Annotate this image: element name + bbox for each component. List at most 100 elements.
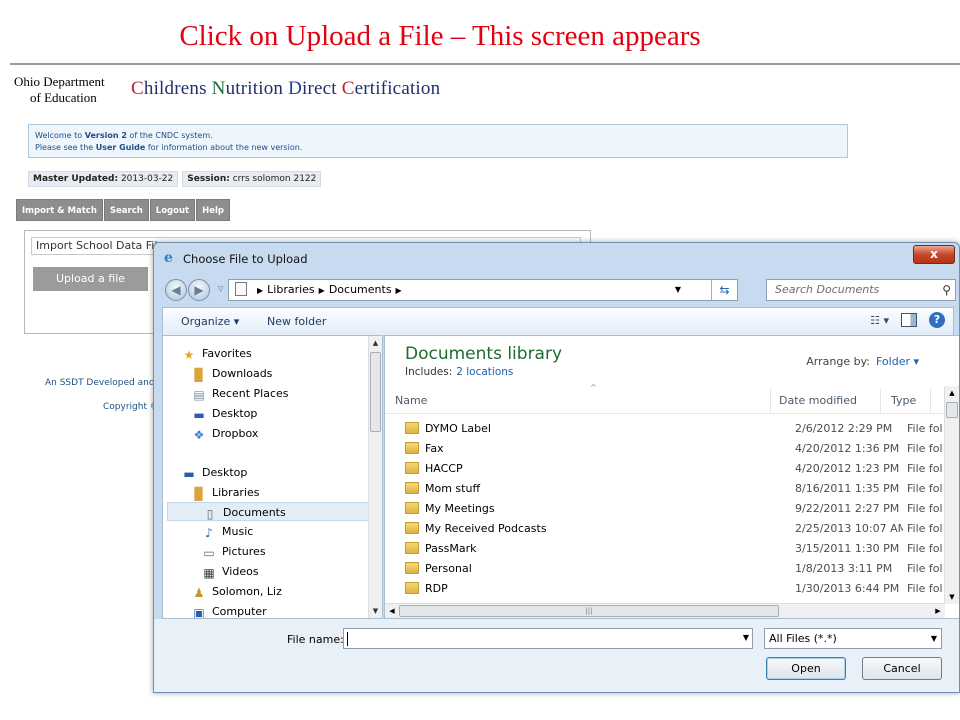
slide-divider [10, 63, 960, 65]
scroll-right-icon[interactable]: ▶ [931, 604, 945, 618]
nav-scrollbar[interactable]: ▲ ▼ [368, 336, 382, 618]
scroll-up-icon[interactable]: ▲ [369, 336, 382, 350]
cancel-button[interactable]: Cancel [862, 657, 942, 680]
pictures-icon: ▭ [203, 546, 215, 560]
folder-icon [405, 462, 419, 474]
address-dropdown-icon[interactable]: ▼ [671, 280, 685, 300]
star-icon: ★ [183, 348, 195, 362]
libraries-icon: ▉ [194, 487, 204, 501]
file-name-dropdown-icon[interactable]: ▼ [743, 633, 749, 642]
search-icon[interactable]: ⚲ [942, 280, 951, 300]
scroll-down-icon[interactable]: ▼ [945, 590, 959, 604]
file-row[interactable]: HACCP 4/20/2012 1:23 PM File fol [385, 459, 945, 479]
folder-icon [405, 542, 419, 554]
refresh-icon[interactable]: ⇆ [711, 280, 737, 300]
file-row[interactable]: DYMO Label 2/6/2012 2:29 PM File fol [385, 419, 945, 439]
scroll-up-icon[interactable]: ▲ [945, 386, 959, 400]
breadcrumb-arrow-icon: ▶ [257, 286, 264, 295]
file-list-vscrollbar[interactable]: ▲ ▼ [944, 386, 959, 604]
dialog-titlebar[interactable]: e Choose File to Upload x [154, 243, 959, 275]
column-type[interactable]: Type [885, 389, 931, 413]
nav-documents[interactable]: ▯ Documents [167, 502, 370, 521]
open-button[interactable]: Open [766, 657, 846, 680]
preview-pane-icon[interactable] [901, 313, 917, 327]
file-name-label: File name: [287, 633, 344, 646]
choose-file-dialog: e Choose File to Upload x ◀ ▶ ▽ ▶ Librari… [153, 242, 960, 693]
document-icon: ▯ [206, 507, 214, 521]
scroll-left-icon[interactable]: ◀ [385, 604, 399, 618]
file-list-pane: Documents library Includes: 2 locations A… [384, 335, 959, 619]
file-row[interactable]: Fax 4/20/2012 1:36 PM File fol [385, 439, 945, 459]
nav-help[interactable]: Help [196, 199, 230, 221]
nav-music[interactable]: ♪ Music [201, 522, 253, 541]
file-type-filter[interactable]: All Files (*.*) ▼ [764, 628, 942, 649]
file-row[interactable]: My Meetings 9/22/2011 2:27 PM File fol [385, 499, 945, 519]
downloads-icon: ▉ [194, 368, 204, 382]
nav-pictures[interactable]: ▭ Pictures [201, 542, 265, 561]
file-row[interactable]: Personal 1/8/2013 3:11 PM File fol [385, 559, 945, 579]
nav-favorites[interactable]: ★ Favorites [181, 344, 252, 363]
organize-menu[interactable]: Organize ▾ [181, 315, 239, 328]
folder-icon [405, 522, 419, 534]
file-list-hscrollbar[interactable]: ◀ ||| ▶ [385, 603, 945, 618]
file-row[interactable]: RDP 1/30/2013 6:44 PM File fol [385, 579, 945, 599]
file-row[interactable]: My Received Podcasts 2/25/2013 10:07 AM Fi… [385, 519, 945, 539]
nav-dropbox[interactable]: ❖ Dropbox [191, 424, 259, 443]
logo-line-1: Ohio Department [14, 74, 105, 89]
column-date-modified[interactable]: Date modified [773, 389, 881, 413]
nav-libraries[interactable]: ▉ Libraries [191, 483, 259, 502]
file-name-input[interactable]: ▼ [343, 628, 753, 649]
library-includes: Includes: 2 locations [405, 366, 514, 378]
back-button[interactable]: ◀ [165, 279, 187, 301]
main-nav: Import & Match Search Logout Help [16, 199, 230, 221]
close-button[interactable]: x [913, 245, 955, 264]
nav-scroll-thumb[interactable] [370, 352, 381, 432]
footer-copyright: Copyright © [103, 402, 159, 412]
computer-icon: ▣ [193, 606, 205, 619]
column-name[interactable]: Name [389, 389, 771, 413]
arrange-by: Arrange by: Folder ▾ [806, 355, 919, 368]
recent-places-icon: ▤ [193, 388, 205, 402]
navigation-pane: ★ Favorites ▉ Downloads ▤ Recent Places ▬ De… [162, 335, 383, 619]
nav-search[interactable]: Search [103, 199, 149, 221]
change-view-icon[interactable]: ☷ ▾ [870, 314, 889, 327]
scroll-down-icon[interactable]: ▼ [369, 604, 382, 618]
nav-desktop-fav[interactable]: ▬ Desktop [191, 404, 257, 423]
header-divider [385, 413, 945, 414]
new-folder-button[interactable]: New folder [267, 315, 326, 328]
version-link[interactable]: Version 2 [85, 131, 127, 140]
file-row[interactable]: PassMark 3/15/2011 1:30 PM File fol [385, 539, 945, 559]
file-row[interactable]: Mom stuff 8/16/2011 1:35 PM File fol [385, 479, 945, 499]
search-input[interactable]: Search Documents ⚲ [766, 279, 956, 301]
help-icon[interactable]: ? [929, 312, 945, 328]
arrange-by-dropdown[interactable]: Folder ▾ [876, 355, 919, 368]
app-title: Childrens Nutrition Direct Certification [131, 78, 441, 99]
address-bar[interactable]: ▶ Libraries ▶ Documents ▶ ▼ ⇆ [228, 279, 738, 301]
forward-button[interactable]: ▶ [188, 279, 210, 301]
library-title: Documents library [405, 344, 563, 364]
footer-developed: An SSDT Developed and [45, 378, 155, 388]
nav-logout[interactable]: Logout [149, 199, 196, 221]
folder-icon [405, 482, 419, 494]
recent-locations-icon[interactable]: ▽ [218, 285, 223, 293]
locations-link[interactable]: 2 locations [456, 366, 513, 378]
file-scroll-thumb[interactable] [946, 402, 958, 418]
user-guide-link[interactable]: User Guide [96, 143, 146, 152]
nav-videos[interactable]: ▦ Videos [201, 562, 258, 581]
nav-desktop[interactable]: ▬ Desktop [181, 463, 247, 482]
nav-import-match[interactable]: Import & Match [16, 199, 103, 221]
nav-user[interactable]: ♟ Solomon, Liz [191, 582, 282, 601]
folder-icon [405, 582, 419, 594]
nav-recent-places[interactable]: ▤ Recent Places [191, 384, 288, 403]
dialog-footer: File name: ▼ All Files (*.*) ▼ Open Canc… [154, 619, 959, 692]
master-updated: Master Updated: 2013-03-22 [28, 171, 179, 187]
breadcrumb-libraries[interactable]: Libraries [267, 283, 315, 296]
upload-file-button[interactable]: Upload a file [33, 267, 148, 291]
address-row: ◀ ▶ ▽ ▶ Libraries ▶ Documents ▶ ▼ ⇆ Search D… [154, 276, 959, 304]
nav-computer[interactable]: ▣ Computer [191, 602, 266, 619]
breadcrumb-documents[interactable]: Documents [329, 283, 392, 296]
internet-explorer-icon: e [164, 250, 173, 266]
file-hscroll-thumb[interactable]: ||| [399, 605, 779, 617]
welcome-notice: Welcome to Version 2 of the CNDC system.… [28, 124, 848, 158]
nav-downloads[interactable]: ▉ Downloads [191, 364, 272, 383]
